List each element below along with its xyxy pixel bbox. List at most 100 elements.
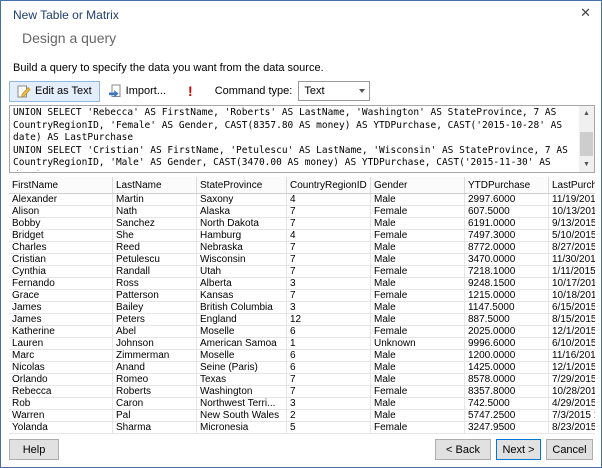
grid-cell: 6/15/2015 12:0... — [548, 301, 595, 314]
grid-cell: Texas — [196, 373, 287, 386]
table-row: Alexander Martin Saxony 4 Male 2997.6000 11/19… — [9, 193, 595, 206]
command-type-label: Command type: — [214, 85, 293, 97]
grid-cell: 7 — [286, 217, 371, 230]
table-row: James Bailey British Columbia 3 Male 1147.500… — [9, 301, 595, 314]
grid-cell: Kansas — [196, 289, 287, 302]
grid-cell: Patterson — [112, 289, 197, 302]
table-row: Lauren Johnson American Samoa 1 Unknown 9996.… — [9, 337, 595, 350]
grid-cell: Cynthia — [9, 265, 113, 278]
grid-cell: Male — [370, 277, 465, 290]
grid-cell: 3247.9500 — [464, 421, 549, 434]
grid-cell: 7 — [286, 253, 371, 266]
grid-cell: Male — [370, 397, 465, 410]
grid-cell: Female — [370, 205, 465, 218]
instruction-text: Build a query to specify the data you wa… — [13, 62, 324, 74]
scroll-up-icon[interactable]: ▲ — [579, 106, 594, 121]
grid-cell: Wisconsin — [196, 253, 287, 266]
grid-cell: 2025.0000 — [464, 325, 549, 338]
grid-cell: Male — [370, 409, 465, 422]
query-sql-text[interactable]: UNION SELECT 'Rebecca' AS FirstName, 'Ro… — [13, 107, 577, 171]
grid-cell: Orlando — [9, 373, 113, 386]
dialog-title: New Table or Matrix — [13, 8, 119, 22]
back-button[interactable]: < Back — [435, 439, 491, 460]
grid-cell: 6/10/2015 12:0... — [548, 337, 595, 350]
grid-cell: 2997.6000 — [464, 193, 549, 206]
grid-cell: Reed — [112, 241, 197, 254]
grid-cell: 10/13/2015 12:... — [548, 205, 595, 218]
grid-cell: Rebecca — [9, 385, 113, 398]
wizard-footer: Help < Back Next > Cancel — [9, 439, 593, 460]
column-header-lastname: LastName — [112, 177, 197, 194]
grid-cell: Female — [370, 265, 465, 278]
column-header-firstname: FirstName — [9, 177, 113, 194]
grid-cell: Petulescu — [112, 253, 197, 266]
table-row: AlisonNathAlaska7Female607.500010/13/201… — [9, 205, 595, 218]
grid-cell: Female — [370, 289, 465, 302]
grid-cell: Male — [370, 241, 465, 254]
grid-cell: Romeo — [112, 373, 197, 386]
edit-pencil-icon — [17, 84, 31, 98]
cancel-button[interactable]: Cancel — [546, 439, 593, 460]
grid-cell: 11/16/2015 12:... — [548, 349, 595, 362]
table-row: Marc Zimmerman Moselle 6 Male 1200.0000 11/16/… — [9, 349, 595, 362]
column-header-stateprovince: StateProvince — [196, 177, 287, 194]
import-button[interactable]: Import... — [100, 81, 174, 102]
grid-cell: New South Wales — [196, 409, 287, 422]
vertical-scrollbar[interactable]: ▲ ▼ — [579, 106, 594, 172]
grid-cell: Moselle — [196, 349, 287, 362]
grid-cell: 7/29/2015 12:0... — [548, 373, 595, 386]
grid-cell: 10/28/2015 12:... — [548, 385, 595, 398]
grid-cell: She — [112, 229, 197, 242]
grid-cell: North Dakota — [196, 217, 287, 230]
grid-cell: 2 — [286, 409, 371, 422]
grid-cell: 12/1/2015 12:0... — [548, 325, 595, 338]
table-row: Orlando Romeo Texas 7 Male 8578.0000 7/29/2015… — [9, 373, 595, 386]
query-text-area[interactable]: UNION SELECT 'Rebecca' AS FirstName, 'Ro… — [9, 105, 595, 173]
grid-cell: Female — [370, 325, 465, 338]
grid-cell: 4 — [286, 193, 371, 206]
run-query-icon[interactable]: ! — [188, 83, 193, 99]
grid-cell: Male — [370, 193, 465, 206]
edit-as-text-button[interactable]: Edit as Text — [9, 80, 100, 102]
grid-cell: Pal — [112, 409, 197, 422]
grid-cell: Warren — [9, 409, 113, 422]
new-table-or-matrix-dialog: New Table or Matrix ✕ Design a query Bui… — [0, 0, 602, 468]
grid-cell: Micronesia — [196, 421, 287, 434]
grid-cell: 10/17/2015 12:... — [548, 277, 595, 290]
grid-cell: Katherine — [9, 325, 113, 338]
grid-cell: Anand — [112, 361, 197, 374]
grid-cell: 6 — [286, 349, 371, 362]
grid-cell: Washington — [196, 385, 287, 398]
grid-cell: Bridget — [9, 229, 113, 242]
table-row: Grace Patterson Kansas 7 Female 1215.0000 10/1… — [9, 289, 595, 302]
command-type-select[interactable]: Text — [298, 81, 371, 101]
import-file-icon — [108, 84, 122, 98]
grid-cell: 3 — [286, 277, 371, 290]
close-icon[interactable]: ✕ — [580, 6, 591, 20]
table-row: Rob Caron Northwest Terri... 3 Male 742.5000 4… — [9, 397, 595, 410]
grid-cell: British Columbia — [196, 301, 287, 314]
grid-cell: 1 — [286, 337, 371, 350]
grid-cell: 8/15/2015 12:0... — [548, 313, 595, 326]
grid-cell: Abel — [112, 325, 197, 338]
next-button[interactable]: Next > — [496, 439, 541, 460]
grid-cell: 7 — [286, 385, 371, 398]
edit-as-text-label: Edit as Text — [35, 85, 92, 97]
grid-cell: 7 — [286, 289, 371, 302]
grid-cell: Moselle — [196, 325, 287, 338]
grid-cell: Male — [370, 313, 465, 326]
grid-cell: Utah — [196, 265, 287, 278]
import-label: Import... — [125, 85, 167, 97]
table-row: Fernando Ross Alberta 3 Male 9248.1500 10/17/2… — [9, 277, 595, 290]
grid-cell: Northwest Terri... — [196, 397, 287, 410]
grid-cell: 8772.0000 — [464, 241, 549, 254]
table-row: Bobby Sanchez North Dakota 7 Male 6191.0000 9/… — [9, 217, 595, 230]
scroll-down-icon[interactable]: ▼ — [579, 157, 594, 172]
grid-cell: 1425.0000 — [464, 361, 549, 374]
help-button[interactable]: Help — [9, 439, 59, 460]
scroll-thumb[interactable] — [580, 132, 593, 156]
grid-cell: Female — [370, 421, 465, 434]
grid-cell: England — [196, 313, 287, 326]
grid-cell: Male — [370, 253, 465, 266]
page-title: Design a query — [22, 30, 117, 46]
